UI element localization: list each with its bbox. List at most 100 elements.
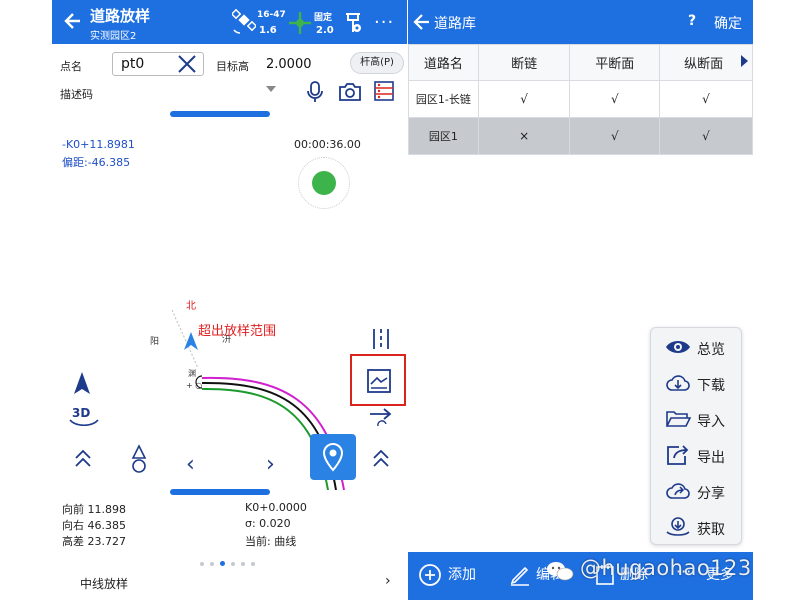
person-marker-icon[interactable]	[128, 444, 150, 474]
table-header-row: 道路名 断链 平断面 纵断面	[408, 44, 753, 81]
point-name-label: 点名	[60, 60, 82, 73]
page-indicator	[200, 551, 261, 570]
station-readout: -K0+11.8981	[62, 138, 135, 151]
help-button[interactable]: ?	[688, 13, 696, 29]
chevron-right-icon[interactable]: ›	[385, 573, 391, 589]
current-element: 当前: 曲线	[245, 535, 297, 548]
menu-item-export[interactable]: 导出	[651, 438, 743, 472]
add-button[interactable]: 添加	[448, 564, 476, 584]
target-height-field[interactable]: 2.0000	[266, 57, 312, 72]
road-name-cell: 园区1	[408, 117, 479, 155]
top-bar: 道路放样 实测园区2 16-47 1.6 固定 2.0 ···	[52, 0, 407, 44]
previous-point-button[interactable]: ‹	[186, 452, 195, 477]
rotate-icon	[69, 419, 99, 427]
page-dot[interactable]	[251, 562, 255, 566]
solution-age: 2.0	[316, 25, 334, 36]
page-title: 道路放样	[90, 7, 151, 25]
data-list-icon[interactable]	[373, 80, 395, 102]
road-library-screen: 道路库 ? 确定 道路名 断链 平断面 纵断面 园区1-长链 √ √ √ 园区1…	[408, 0, 753, 600]
description-label: 描述码	[60, 88, 93, 101]
page-dot[interactable]	[220, 561, 225, 566]
top-bar: 道路库 ? 确定	[408, 0, 753, 44]
camera-icon[interactable]	[338, 82, 362, 102]
svg-text:阳: 阳	[150, 336, 159, 347]
satellite-icon[interactable]	[232, 8, 256, 34]
export-icon	[667, 445, 689, 465]
column-header[interactable]: 断链	[477, 44, 571, 81]
page-dot[interactable]	[231, 562, 235, 566]
dropdown-arrow-icon[interactable]	[266, 86, 276, 92]
menu-label: 导出	[697, 450, 725, 466]
next-point-button[interactable]: ›	[266, 452, 275, 477]
menu-label: 分享	[697, 486, 725, 502]
expand-up-right-icon[interactable]	[370, 448, 392, 470]
gps-status-dot[interactable]	[312, 171, 336, 195]
right-distance: 向右 46.385	[62, 519, 126, 532]
column-header[interactable]: 平断面	[569, 44, 661, 81]
watermark-text: @hugaohao123	[580, 556, 752, 580]
forward-distance: 向前 11.898	[62, 503, 126, 516]
wechat-logo-icon	[547, 562, 574, 581]
offset-readout: 偏距:-46.385	[62, 156, 131, 169]
svg-text:渊: 渊	[188, 368, 196, 378]
receiver-settings-icon[interactable]	[342, 10, 364, 34]
offset-arrow-icon[interactable]	[368, 406, 394, 430]
road-table: 道路名 断链 平断面 纵断面 园区1-长链 √ √ √ 园区1 × √ √	[408, 44, 753, 155]
more-menu-button[interactable]: ···	[374, 12, 394, 33]
project-name: 实测园区2	[90, 31, 137, 42]
scroll-right-icon[interactable]	[741, 55, 748, 67]
menu-item-import[interactable]: 导入	[651, 402, 743, 436]
back-arrow-icon[interactable]	[62, 10, 84, 32]
north-arrow-icon[interactable]	[70, 370, 94, 396]
page-dot[interactable]	[200, 562, 204, 566]
road-name-cell: 园区1-长链	[408, 80, 479, 118]
table-row[interactable]: 园区1-长链 √ √ √	[408, 80, 753, 118]
menu-item-overview[interactable]: 总览	[651, 330, 743, 364]
folder-open-icon	[665, 411, 691, 427]
menu-label: 导入	[697, 414, 725, 430]
location-pin-icon	[322, 442, 344, 472]
centerline-stakeout-label[interactable]: 中线放样	[80, 575, 128, 592]
profile-view-icon[interactable]	[366, 368, 392, 394]
back-arrow-icon[interactable]	[412, 12, 432, 32]
svg-text:+ ○: + ○	[186, 381, 202, 390]
menu-item-fetch[interactable]: 获取	[651, 510, 743, 544]
column-header[interactable]: 道路名	[408, 44, 479, 81]
solution-status: 固定	[314, 13, 333, 23]
broken-chain-cell: √	[477, 80, 571, 118]
clear-icon[interactable]	[176, 53, 198, 75]
sigma-value: σ: 0.020	[245, 517, 291, 530]
menu-item-download[interactable]: 下载	[651, 366, 743, 400]
broken-chain-cell: ×	[477, 117, 571, 155]
north-label: 北	[186, 301, 196, 312]
menu-item-share[interactable]: 分享	[651, 474, 743, 508]
edit-icon	[510, 566, 529, 586]
vertical-cell: √	[659, 117, 753, 155]
add-icon	[419, 564, 441, 586]
fix-status-icon[interactable]	[288, 10, 312, 36]
cloud-download-icon	[666, 375, 690, 391]
satellite-count: 16-47	[257, 10, 286, 20]
cloud-share-icon	[666, 483, 690, 499]
info-drag-handle[interactable]	[170, 489, 270, 495]
height-difference: 高差 23.727	[62, 535, 126, 548]
pdop-value: 1.6	[259, 25, 277, 36]
menu-label: 总览	[697, 342, 725, 358]
microphone-icon[interactable]	[304, 80, 326, 104]
expand-up-icon[interactable]	[72, 448, 94, 470]
horizontal-cell: √	[569, 117, 661, 155]
locate-button[interactable]	[310, 434, 356, 480]
column-header[interactable]: 纵断面	[659, 44, 753, 81]
page-dot[interactable]	[210, 562, 214, 566]
chainage-value: K0+0.0000	[245, 501, 307, 514]
table-row-selected[interactable]: 园区1 × √ √	[408, 117, 753, 155]
menu-label: 下载	[697, 378, 725, 394]
panel-drag-handle[interactable]	[170, 111, 270, 117]
target-height-label: 目标高	[216, 60, 249, 73]
road-cross-section-icon[interactable]	[370, 327, 392, 351]
confirm-button[interactable]: 确定	[714, 13, 742, 33]
view-3d-button[interactable]: 3D	[68, 406, 104, 430]
horizontal-cell: √	[569, 80, 661, 118]
pole-height-button[interactable]: 杆高(P)	[350, 52, 404, 74]
page-dot[interactable]	[241, 562, 245, 566]
